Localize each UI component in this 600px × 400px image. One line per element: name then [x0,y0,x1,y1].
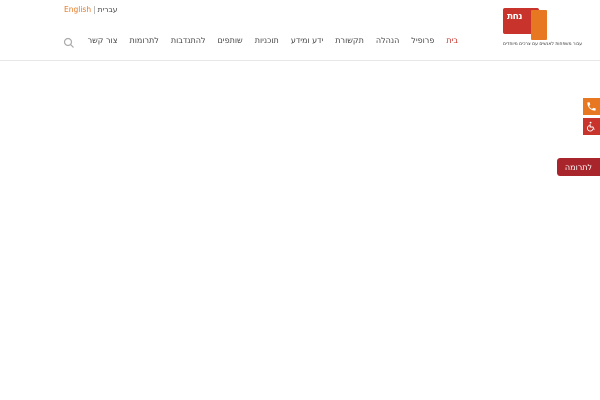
nav-item-volunteering[interactable]: להתנדבות [171,36,206,45]
nav-item-profile[interactable]: פרופיל [411,36,434,45]
language-switch: English | עברית [64,5,118,14]
nav-item-programs[interactable]: תוכניות [255,36,279,45]
nav-item-management[interactable]: הנהלה [376,36,399,45]
logo-tagline: עבור משפחות לאנשים עם צרכים מיוחדים [503,42,583,47]
main-navigation: בית פרופיל הנהלה תקשורת ידע ומידע תוכניו… [88,36,458,45]
nav-item-knowledge[interactable]: ידע ומידע [291,36,323,45]
language-english-link[interactable]: English [64,5,91,14]
language-separator: | [93,5,96,14]
header-divider [0,60,600,61]
nav-item-home[interactable]: בית [446,36,458,45]
accessibility-icon[interactable] [583,118,600,135]
nav-item-donations[interactable]: לתרומות [129,36,158,45]
logo-orange-block [531,10,547,40]
language-hebrew-link[interactable]: עברית [98,5,118,14]
site-logo[interactable]: נחת עבור משפחות לאנשים עם צרכים מיוחדים [503,8,582,50]
logo-mark: נחת [507,12,522,22]
donate-button[interactable]: לתרומה [557,158,600,176]
nav-item-partners[interactable]: שותפים [218,36,243,45]
search-icon[interactable] [63,34,75,48]
nav-item-contact[interactable]: צור קשר [88,36,118,45]
nav-item-media[interactable]: תקשורת [335,36,364,45]
phone-icon[interactable] [583,98,600,115]
